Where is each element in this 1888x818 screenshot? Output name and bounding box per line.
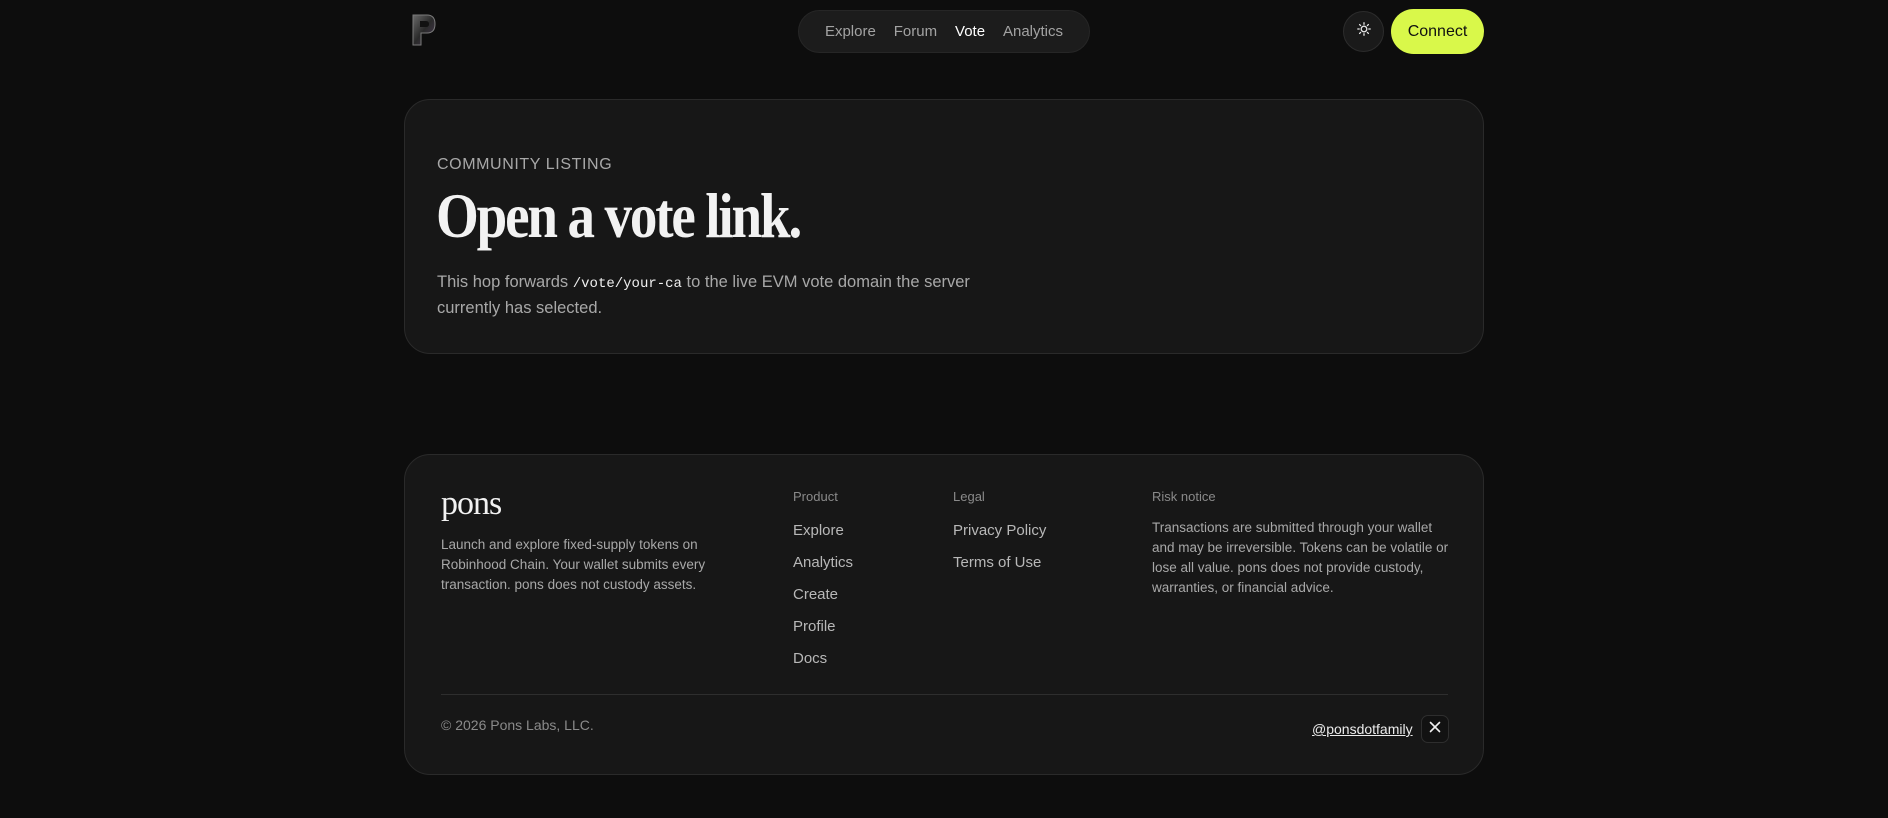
footer-risk-heading: Risk notice	[1152, 489, 1216, 504]
footer-link-analytics[interactable]: Analytics	[793, 554, 853, 586]
footer-legal-heading: Legal	[953, 489, 985, 504]
footer-link-create[interactable]: Create	[793, 586, 853, 618]
footer-link-privacy-policy[interactable]: Privacy Policy	[953, 522, 1046, 554]
vote-path-code: /vote/your-ca	[572, 276, 682, 292]
page-title: Open a vote link.	[436, 180, 802, 251]
footer-product-heading: Product	[793, 489, 838, 504]
nav-item-explore[interactable]: Explore	[825, 23, 876, 40]
connect-wallet-button[interactable]: Connect	[1391, 9, 1484, 54]
social-handle-link[interactable]: @ponsdotfamily	[1312, 721, 1413, 737]
nav-item-forum[interactable]: Forum	[894, 23, 937, 40]
footer-link-terms-of-use[interactable]: Terms of Use	[953, 554, 1046, 586]
footer-legal-links: Privacy Policy Terms of Use	[953, 522, 1046, 586]
page: Explore Forum Vote Analytics Connect COM…	[0, 0, 1888, 818]
footer-copyright: © 2026 Pons Labs, LLC.	[441, 717, 594, 733]
x-social-button[interactable]	[1421, 715, 1449, 743]
pons-logo-icon[interactable]	[408, 12, 438, 48]
footer-link-explore[interactable]: Explore	[793, 522, 853, 554]
main-nav: Explore Forum Vote Analytics	[798, 10, 1090, 53]
x-icon	[1429, 720, 1441, 738]
theme-toggle-button[interactable]	[1343, 11, 1384, 52]
footer-divider	[441, 694, 1448, 695]
footer-brand-description: Launch and explore fixed-supply tokens o…	[441, 537, 706, 592]
nav-item-vote[interactable]: Vote	[955, 23, 985, 40]
footer-product-links: Explore Analytics Create Profile Docs	[793, 522, 853, 682]
nav-item-analytics[interactable]: Analytics	[1003, 23, 1063, 40]
eyebrow-label: COMMUNITY LISTING	[437, 156, 613, 173]
footer-brand: pons	[441, 485, 502, 522]
footer-link-profile[interactable]: Profile	[793, 618, 853, 650]
site-footer: pons Launch and explore fixed-supply tok…	[404, 454, 1484, 775]
footer-link-docs[interactable]: Docs	[793, 650, 853, 682]
hero-description: This hop forwards /vote/your-ca to the l…	[437, 270, 977, 320]
sun-icon	[1356, 22, 1371, 41]
footer-risk-notice: Transactions are submitted through your …	[1152, 520, 1449, 595]
vote-hero-card: COMMUNITY LISTING Open a vote link. This…	[404, 99, 1484, 354]
hero-desc-before: This hop forwards	[437, 273, 573, 291]
